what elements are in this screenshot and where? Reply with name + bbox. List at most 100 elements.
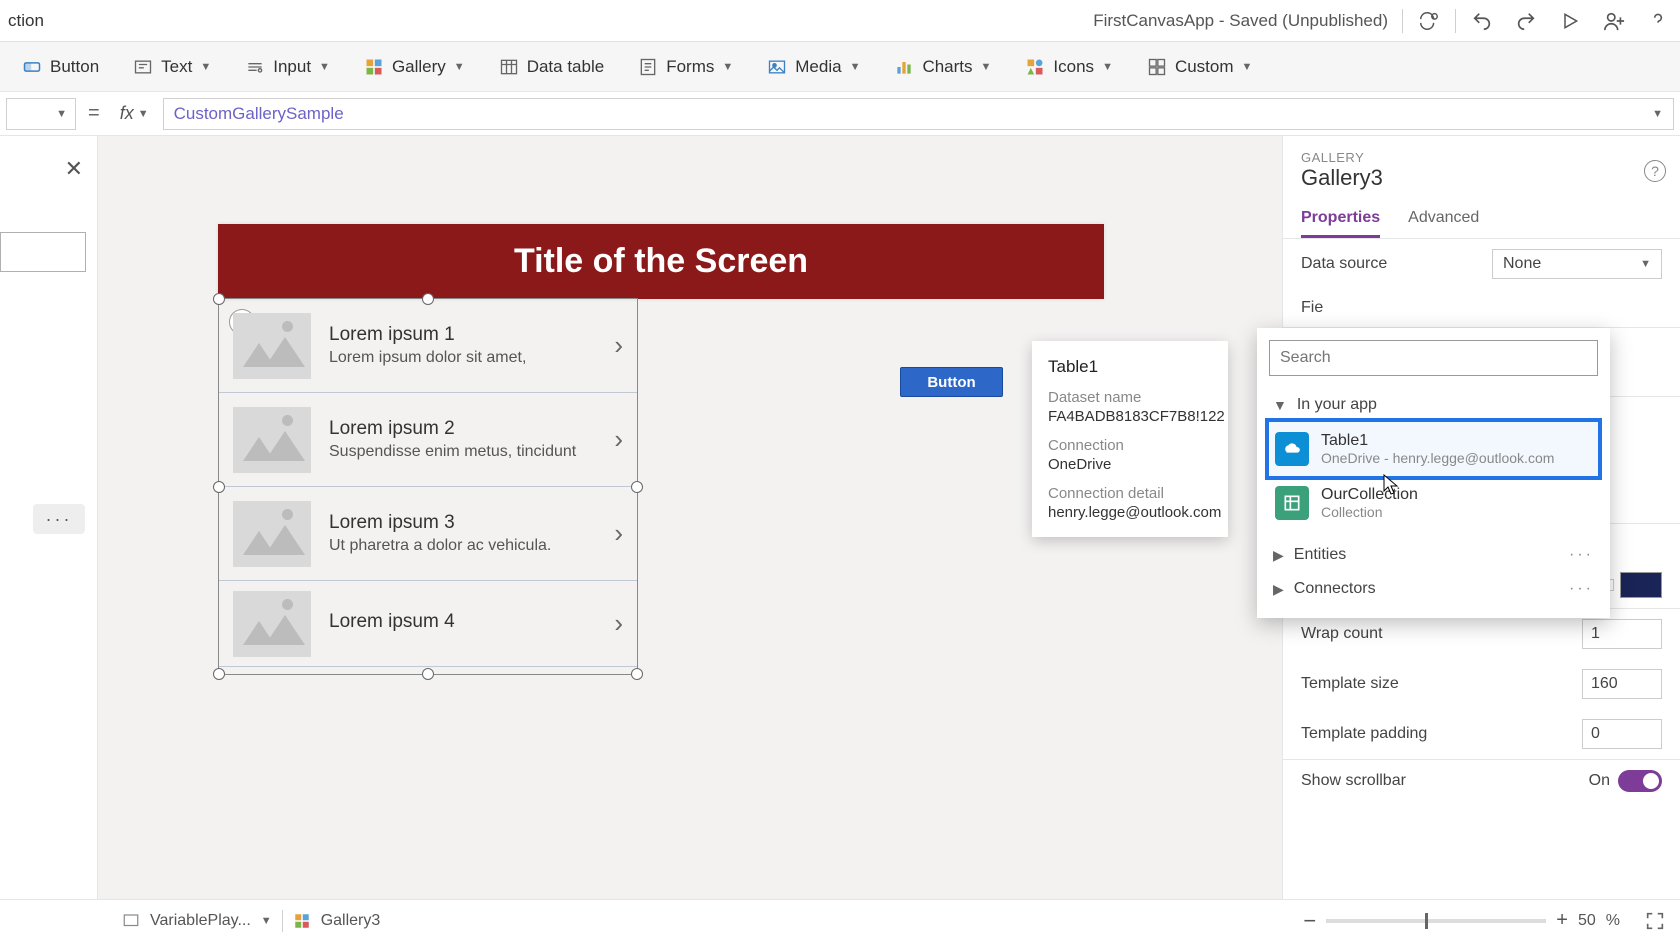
status-bar: VariablePlay... ▼ Gallery3 − + 50 % [0,899,1680,941]
chevron-down-icon[interactable]: ▼ [261,915,272,927]
collection-icon [1275,486,1309,520]
item-title: OurCollection [1321,486,1418,504]
insert-icons[interactable]: Icons ▼ [1011,51,1127,83]
chevron-right-icon: ▶ [1273,547,1284,564]
tab-properties[interactable]: Properties [1301,201,1380,238]
breadcrumb-screen[interactable]: VariablePlay... [150,912,251,930]
app-checker-icon[interactable] [1407,0,1451,42]
scrollbar-toggle[interactable] [1618,770,1662,792]
undo-icon[interactable] [1460,0,1504,42]
fx-label: fx [120,103,134,124]
gallery-item[interactable]: Lorem ipsum 4 › [219,581,637,667]
insert-charts[interactable]: Charts ▼ [880,51,1005,83]
item-subtitle: Lorem ipsum dolor sit amet, [329,349,596,367]
gallery-item[interactable]: Lorem ipsum 3 Ut pharetra a dolor ac veh… [219,487,637,581]
datasource-item-table1[interactable]: Table1 OneDrive - henry.legge@outlook.co… [1269,422,1598,476]
screen-title: Title of the Screen [218,224,1104,299]
insert-datatable[interactable]: Data table [485,51,619,83]
resize-handle[interactable] [422,668,434,680]
zoom-unit: % [1606,912,1620,930]
fx-button[interactable]: fx ▼ [112,103,157,124]
tooltip-value: henry.legge@outlook.com [1048,504,1212,521]
redo-icon[interactable] [1504,0,1548,42]
resize-handle[interactable] [213,481,225,493]
item-subtitle: Collection [1321,504,1418,520]
prop-label: Show scrollbar [1301,772,1406,790]
share-icon[interactable] [1592,0,1636,42]
resize-handle[interactable] [213,293,225,305]
template-padding-input[interactable]: 0 [1582,719,1662,749]
zoom-value: 50 [1578,912,1596,930]
item-subtitle: Suspendisse enim metus, tincidunt [329,443,596,461]
chevron-down-icon: ▼ [850,61,861,73]
section-connectors[interactable]: ▶ Connectors ··· [1269,572,1598,606]
play-icon[interactable] [1548,0,1592,42]
icons-label: Icons [1053,57,1094,77]
chevron-right-icon: › [614,330,623,361]
gallery-item[interactable]: Lorem ipsum 1 Lorem ipsum dolor sit amet… [219,299,637,393]
close-icon[interactable]: ✕ [65,156,83,182]
ribbon-toolbar: Button Text ▼ Input ▼ Gallery ▼ Data tab… [0,42,1680,92]
resize-handle[interactable] [422,293,434,305]
insert-gallery[interactable]: Gallery ▼ [350,51,479,83]
fit-screen-icon[interactable] [1644,910,1666,932]
image-placeholder-icon [233,313,311,379]
chevron-down-icon: ▼ [722,61,733,73]
chevron-right-icon: › [614,424,623,455]
chevron-down-icon: ▼ [1273,397,1287,413]
chevron-down-icon: ▼ [200,61,211,73]
section-entities[interactable]: ▶ Entities ··· [1269,538,1598,572]
more-options-icon[interactable]: ··· [33,504,85,534]
more-icon[interactable]: ··· [1569,580,1594,598]
image-placeholder-icon [233,407,311,473]
item-title: Table1 [1321,432,1554,450]
chevron-right-icon: › [614,518,623,549]
insert-custom[interactable]: Custom ▼ [1133,51,1266,83]
template-size-input[interactable]: 160 [1582,669,1662,699]
image-placeholder-icon [233,591,311,657]
zoom-in-icon[interactable]: + [1556,909,1568,932]
resize-handle[interactable] [213,668,225,680]
tab-advanced[interactable]: Advanced [1408,201,1479,238]
chevron-down-icon: ▼ [981,61,992,73]
left-pane: ✕ ··· [0,136,98,899]
item-subtitle: OneDrive - henry.legge@outlook.com [1321,450,1554,466]
tree-item[interactable] [0,232,86,272]
screen-icon [122,912,140,930]
help-icon[interactable] [1636,0,1680,42]
resize-handle[interactable] [631,668,643,680]
data-source-dropdown[interactable]: None ▼ [1492,249,1662,279]
insert-text[interactable]: Text ▼ [119,51,225,83]
insert-forms[interactable]: Forms ▼ [624,51,747,83]
zoom-slider[interactable] [1326,919,1546,923]
section-label: Entities [1294,546,1346,564]
breadcrumb-control[interactable]: Gallery3 [321,912,381,930]
border-color-swatch[interactable] [1620,572,1662,598]
insert-button[interactable]: Button [8,51,113,83]
insert-media[interactable]: Media ▼ [753,51,874,83]
tooltip-title: Table1 [1048,357,1212,377]
zoom-out-icon[interactable]: − [1303,908,1316,934]
input-label: Input [273,57,311,77]
wrap-count-input[interactable]: 1 [1582,619,1662,649]
chevron-down-icon: ▼ [1652,108,1663,120]
insert-input[interactable]: Input ▼ [231,51,344,83]
media-label: Media [795,57,841,77]
help-icon[interactable]: ? [1644,160,1666,182]
more-icon[interactable]: ··· [1569,546,1594,564]
section-in-your-app[interactable]: ▼ In your app [1269,388,1598,422]
canvas-area[interactable]: Title of the Screen ✎ Lorem ipsum 1 Lore… [98,136,1282,899]
datasource-item-collection[interactable]: OurCollection Collection [1269,476,1598,530]
datatable-label: Data table [527,57,605,77]
resize-handle[interactable] [631,481,643,493]
chevron-right-icon: ▶ [1273,581,1284,598]
search-input[interactable] [1269,340,1598,376]
formula-text: CustomGallerySample [174,104,344,124]
formula-input[interactable]: CustomGallerySample ▼ [163,98,1674,130]
property-selector[interactable]: ▼ [6,98,76,130]
item-title: Lorem ipsum 2 [329,418,596,440]
gallery-item[interactable]: Lorem ipsum 2 Suspendisse enim metus, ti… [219,393,637,487]
gallery-control[interactable]: ✎ Lorem ipsum 1 Lorem ipsum dolor sit am… [218,298,638,675]
canvas-button[interactable]: Button [900,367,1003,397]
custom-label: Custom [1175,57,1234,77]
